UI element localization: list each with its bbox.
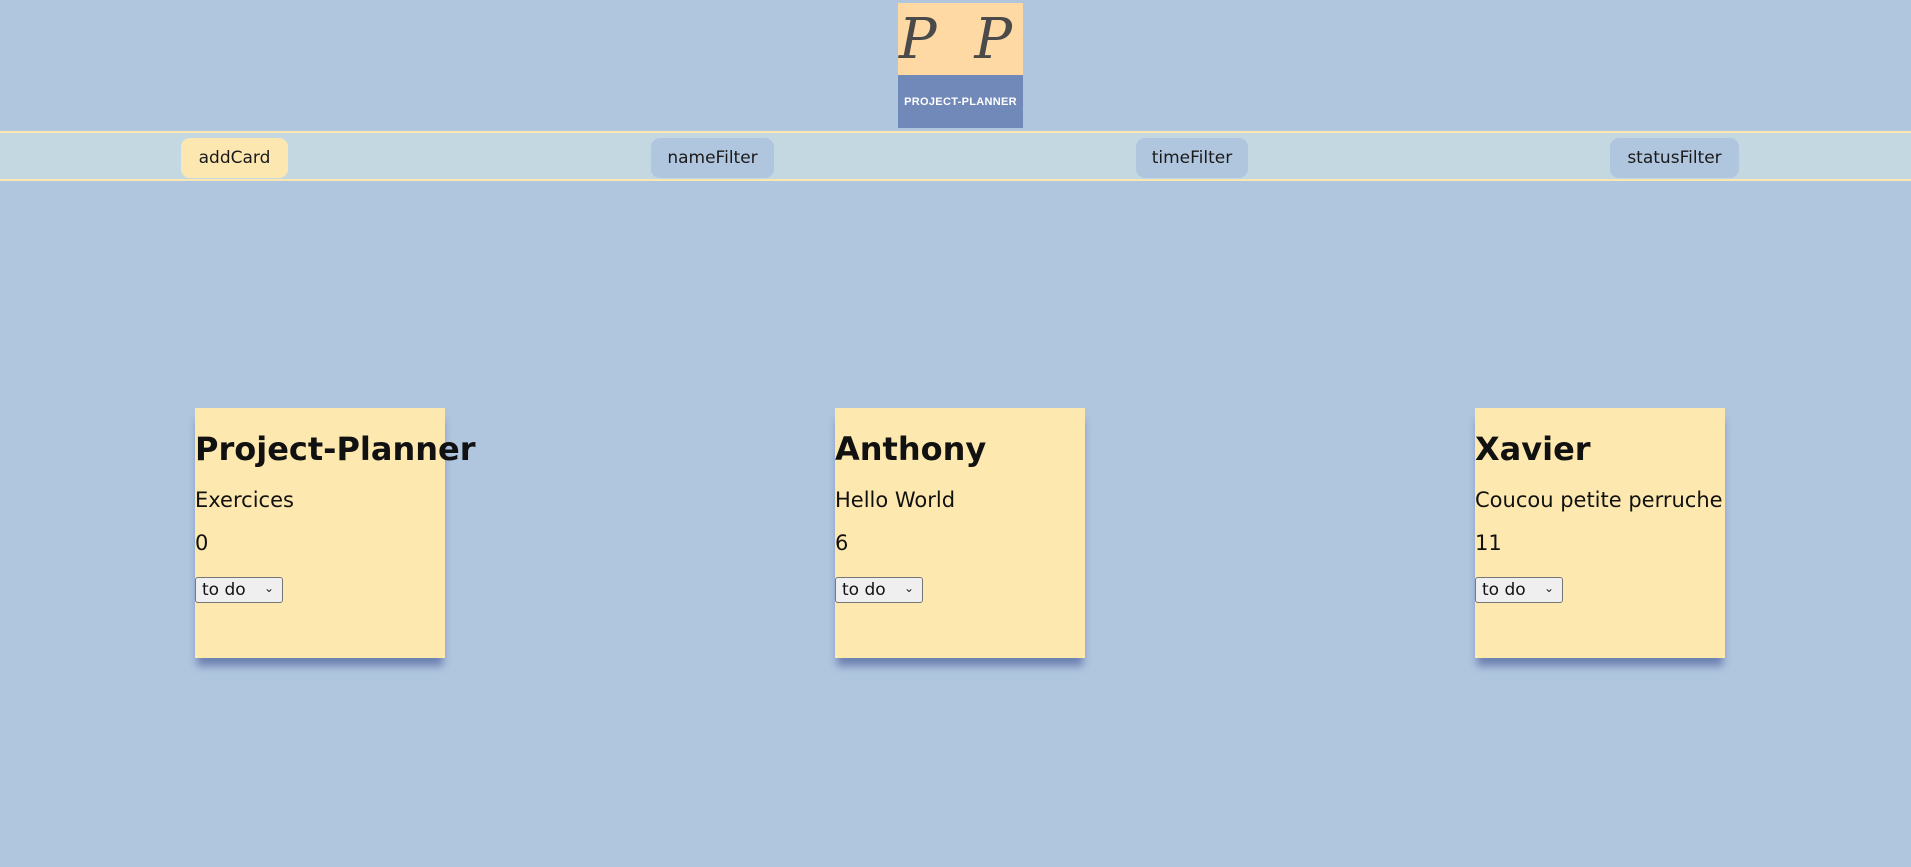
card-time: 6 [835,531,849,555]
chevron-down-icon: ⌄ [1543,581,1554,595]
logo-letters: P P [898,3,1023,75]
card-title: Anthony [835,430,987,468]
logo-name: PROJECT-PLANNER [898,75,1023,128]
status-select[interactable]: to do ⌄ [1475,577,1563,603]
task-card: Project-Planner Exercices 0 to do ⌄ [195,408,476,658]
card-title: Project-Planner [195,430,476,468]
status-select-value: to do [842,580,886,600]
card-description: Exercices [195,488,294,512]
status-select[interactable]: to do ⌄ [835,577,923,603]
task-card: Xavier Coucou petite perruche 11 to do ⌄ [1475,408,1725,658]
task-card: Anthony Hello World 6 to do ⌄ [835,408,1085,658]
chevron-down-icon: ⌄ [263,581,274,595]
card-title: Xavier [1475,430,1591,468]
nav-bar: addCard nameFilter timeFilter statusFilt… [0,131,1911,181]
status-select-value: to do [1482,580,1526,600]
card-description: Hello World [835,488,956,512]
app-logo: P P PROJECT-PLANNER [898,3,1023,128]
status-select[interactable]: to do ⌄ [195,577,283,603]
time-filter-button[interactable]: timeFilter [1136,138,1248,178]
card-time: 11 [1475,531,1502,555]
name-filter-button[interactable]: nameFilter [651,138,774,178]
card-time: 0 [195,531,209,555]
add-card-button[interactable]: addCard [181,138,288,178]
chevron-down-icon: ⌄ [903,581,914,595]
status-select-value: to do [202,580,246,600]
card-description: Coucou petite perruche [1475,488,1723,512]
status-filter-button[interactable]: statusFilter [1610,138,1739,178]
